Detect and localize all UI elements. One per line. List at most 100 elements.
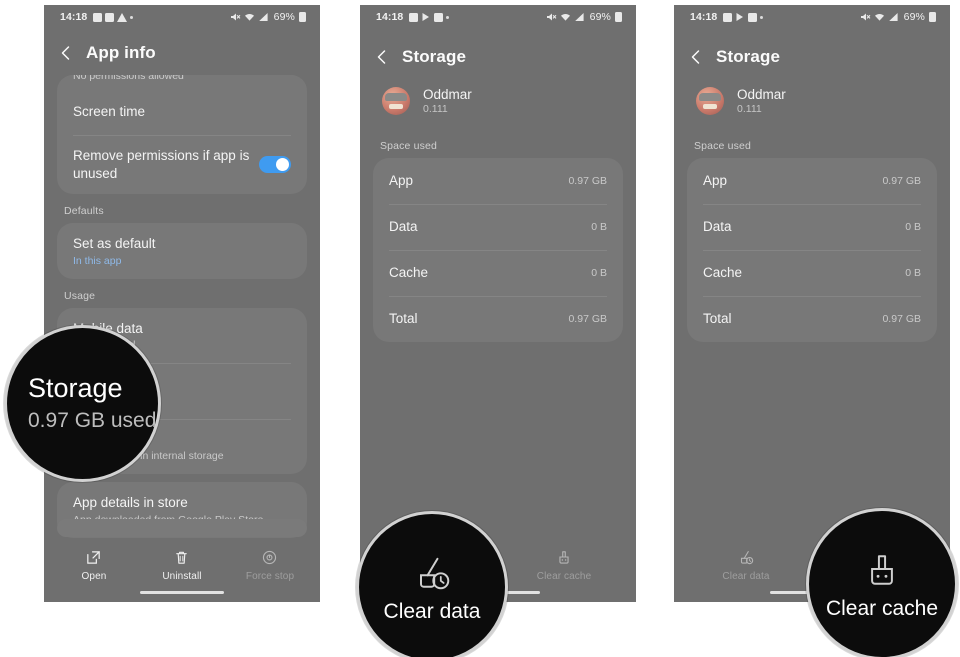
status-time: 14:18 — [60, 11, 88, 23]
music-note-icon — [409, 12, 419, 22]
row-subtitle: In this app — [73, 254, 122, 267]
row-label: Total — [389, 311, 418, 327]
action-open[interactable]: Open — [50, 549, 137, 582]
app-version: 0.111 — [423, 103, 448, 115]
app-name: Oddmar — [737, 87, 786, 102]
storage-scroll-body[interactable]: Space used App 0.97 GB Data 0 B Cache 0 … — [674, 129, 950, 342]
mute-icon — [860, 13, 871, 21]
battery-icon — [929, 12, 936, 22]
row-screen-time[interactable]: Screen time — [57, 89, 307, 135]
status-bar-left: 14:18 — [690, 11, 764, 23]
section-label-space-used: Space used — [694, 140, 751, 152]
row-set-as-default[interactable]: Set as default In this app — [57, 223, 307, 279]
app-header-text: Oddmar 0.111 — [737, 87, 786, 115]
row-cache: Cache 0 B — [687, 250, 937, 296]
status-bar: 14:18 69% — [674, 5, 950, 29]
remove-permissions-toggle[interactable] — [259, 156, 291, 174]
bottom-pill — [57, 518, 307, 537]
status-bar-right: 69% — [546, 11, 622, 23]
section-label-defaults: Defaults — [64, 205, 104, 218]
row-title: Screen time — [73, 104, 146, 120]
row-label: App — [703, 173, 728, 189]
action-buttons: Open Uninstall Force stop — [44, 543, 320, 586]
app-header-text: Oddmar 0.111 — [423, 87, 472, 115]
permissions-card: No permissions allowed Screen time Remov… — [57, 75, 307, 195]
row-data: Data 0 B — [687, 204, 937, 250]
app-bar: Storage — [360, 29, 636, 79]
status-bar-right: 69% — [230, 11, 306, 23]
battery-icon — [299, 12, 306, 22]
row-remove-permissions-left: Remove permissions if app is unused — [73, 147, 259, 182]
action-clear-cache[interactable]: Clear cache — [498, 548, 630, 582]
mute-icon — [230, 13, 241, 21]
play-icon — [422, 13, 430, 21]
row-value: 0.97 GB — [568, 175, 607, 187]
action-label: Force stop — [245, 570, 295, 582]
partial-row-no-permissions[interactable]: No permissions allowed — [57, 75, 307, 89]
callout-title: Clear cache — [825, 597, 939, 620]
row-total: Total 0.97 GB — [373, 296, 623, 342]
space-used-card: App 0.97 GB Data 0 B Cache 0 B Total 0.9… — [373, 158, 623, 342]
action-uninstall[interactable]: Uninstall — [138, 549, 225, 582]
row-title: App details in store — [73, 495, 188, 511]
row-data: Data 0 B — [373, 204, 623, 250]
action-force-stop[interactable]: Force stop — [226, 549, 313, 582]
wifi-icon — [560, 13, 570, 21]
app-header: Oddmar 0.111 — [674, 79, 950, 129]
row-value: 0 B — [905, 221, 921, 233]
row-set-as-default-left: Set as default In this app — [73, 235, 156, 267]
clear-cache-icon — [871, 555, 893, 585]
row-title: Remove permissions if app is unused — [73, 148, 250, 181]
app-bar: App info — [44, 29, 320, 75]
status-time: 14:18 — [376, 11, 404, 23]
dot-icon — [130, 15, 134, 19]
back-chevron-icon[interactable] — [374, 49, 390, 65]
row-label: App — [389, 173, 414, 189]
storage-scroll-body[interactable]: Space used App 0.97 GB Data 0 B Cache 0 … — [360, 129, 636, 342]
row-cache: Cache 0 B — [373, 250, 623, 296]
phone-screen-app-info: 14:18 69% App info No permissions allowe… — [44, 5, 320, 602]
action-clear-data[interactable]: Clear data — [680, 548, 812, 582]
action-label: Open — [81, 570, 107, 582]
mute-icon — [546, 13, 557, 21]
row-title: Set as default — [73, 236, 156, 252]
row-remove-permissions[interactable]: Remove permissions if app is unused — [57, 135, 307, 194]
battery-percent: 69% — [589, 11, 611, 23]
battery-icon — [615, 12, 622, 22]
bottom-pill-row — [44, 518, 320, 543]
status-bar: 14:18 69% — [360, 5, 636, 29]
row-screen-time-left: Screen time — [73, 103, 145, 121]
row-app: App 0.97 GB — [373, 158, 623, 204]
app-bar: Storage — [674, 29, 950, 79]
partial-row-label: No permissions allowed — [73, 75, 184, 82]
set-as-default-card: Set as default In this app — [57, 223, 307, 279]
row-value: 0 B — [591, 267, 607, 279]
play-icon — [736, 13, 744, 21]
back-chevron-icon[interactable] — [58, 45, 74, 61]
clear-data-icon — [740, 550, 754, 564]
row-label: Data — [389, 219, 418, 235]
callout-title: Storage — [28, 373, 123, 404]
signal-icon — [888, 13, 898, 21]
dot-icon — [446, 15, 450, 19]
callout-clear-data: Clear data — [356, 511, 508, 657]
back-chevron-icon[interactable] — [688, 49, 704, 65]
home-indicator — [140, 590, 224, 594]
clear-data-icon — [420, 557, 450, 590]
row-value: 0.97 GB — [568, 313, 607, 325]
status-bar-left: 14:18 — [376, 11, 450, 23]
battery-percent: 69% — [273, 11, 295, 23]
page-title: Storage — [716, 47, 780, 66]
row-value: 0 B — [591, 221, 607, 233]
row-value: 0 B — [905, 267, 921, 279]
callout-subtitle: 0.97 GB used — [28, 408, 157, 432]
action-label: Clear data — [722, 570, 770, 582]
callout-storage: Storage 0.97 GB used — [4, 325, 161, 482]
status-bar: 14:18 69% — [44, 5, 320, 29]
app-version: 0.111 — [737, 103, 762, 115]
gallery-icon — [105, 12, 115, 22]
open-external-icon — [87, 550, 101, 564]
battery-percent: 69% — [903, 11, 925, 23]
trash-icon — [176, 551, 188, 564]
status-bar-left: 14:18 — [60, 11, 134, 23]
